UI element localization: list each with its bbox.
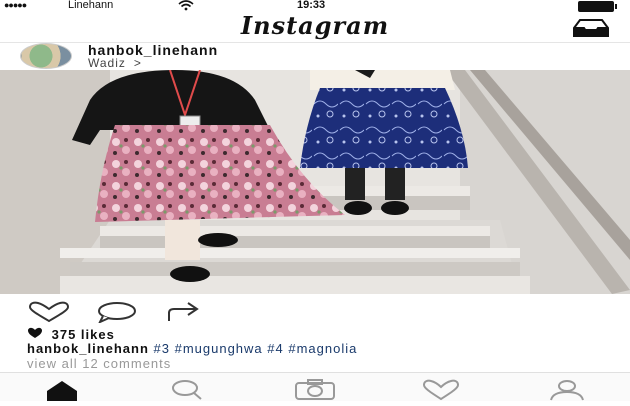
likes-label: 375 likes <box>51 327 115 342</box>
comment-icon[interactable] <box>97 301 137 328</box>
activity-heart-icon[interactable] <box>421 379 461 406</box>
post-header: hanbok_linehann Wadiz > <box>0 42 630 70</box>
inbox-icon[interactable] <box>572 18 610 43</box>
signal-strength-icon: ●●●●● <box>4 0 27 10</box>
share-icon[interactable] <box>166 301 202 328</box>
app-title: Instagram <box>240 11 390 40</box>
chevron-right-icon: > <box>133 56 142 70</box>
search-icon[interactable] <box>170 379 204 406</box>
post-actions <box>0 296 630 326</box>
profile-icon[interactable] <box>547 379 587 406</box>
home-icon[interactable] <box>43 379 81 406</box>
post-caption: hanbok_linehann #3 #mugunghwa #4 #magnol… <box>27 341 357 356</box>
bottom-tab-bar <box>0 372 630 401</box>
view-comments-link[interactable]: view all 12 comments <box>27 356 171 371</box>
filled-heart-icon <box>27 327 48 342</box>
post-location[interactable]: Wadiz > <box>88 56 142 70</box>
caption-username[interactable]: hanbok_linehann <box>27 341 149 356</box>
camera-icon[interactable] <box>294 379 336 406</box>
carrier-name: Linehann <box>68 0 114 11</box>
top-nav-bar: Instagram <box>0 11 630 43</box>
likes-count[interactable]: 375 likes <box>27 327 115 342</box>
heart-icon[interactable] <box>27 301 71 328</box>
avatar[interactable] <box>20 43 72 69</box>
post-photo[interactable] <box>0 70 630 294</box>
caption-hashtags[interactable]: #3 #mugunghwa #4 #magnolia <box>154 341 358 356</box>
location-label: Wadiz <box>88 56 126 70</box>
status-time: 19:33 <box>297 0 326 11</box>
